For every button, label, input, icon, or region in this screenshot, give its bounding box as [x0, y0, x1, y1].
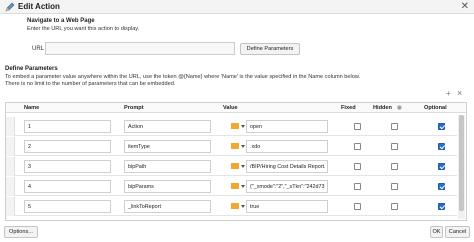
- url-label: URL: [32, 46, 45, 52]
- url-input[interactable]: [45, 42, 235, 55]
- table-row: 5 _linkToReport true: [6, 197, 457, 216]
- value-text: /BIP/Hiring Cost Details Report.: [250, 163, 326, 170]
- delete-row-icon[interactable]: ×: [457, 89, 462, 98]
- navigate-instructions: Enter the URL you want this action to di…: [27, 26, 140, 32]
- prompt-value: bipParams: [128, 183, 154, 190]
- prompt-input[interactable]: bipParams: [124, 180, 211, 193]
- fixed-checkbox[interactable]: [354, 203, 361, 210]
- header-hidden: Hidden: [373, 105, 392, 111]
- name-value: 3: [28, 163, 31, 170]
- fixed-checkbox[interactable]: [354, 183, 361, 190]
- table-row: 2 itemType .xdo: [6, 137, 457, 156]
- row-handle[interactable]: [6, 137, 15, 156]
- add-row-icon[interactable]: +: [446, 89, 451, 98]
- ok-button[interactable]: OK: [430, 226, 443, 238]
- name-value: 4: [28, 183, 31, 190]
- table-row: 3 bipPath /BIP/Hiring Cost Details Repor…: [6, 157, 457, 176]
- dialog-titlebar: Edit Action ✕: [0, 0, 474, 14]
- name-input[interactable]: 1: [24, 120, 111, 133]
- hidden-checkbox[interactable]: [391, 203, 398, 210]
- cancel-button[interactable]: Cancel: [445, 226, 470, 238]
- pencil-icon: [5, 2, 15, 12]
- value-text: true: [250, 203, 260, 210]
- parameters-table: Name Prompt Value Fixed Hidden ◉ Optiona…: [5, 102, 467, 221]
- value-type-icon[interactable]: [231, 201, 245, 211]
- row-handle[interactable]: [6, 157, 15, 176]
- dialog-title: Edit Action: [18, 2, 60, 11]
- hidden-checkbox[interactable]: [391, 123, 398, 130]
- fixed-checkbox[interactable]: [354, 143, 361, 150]
- options-button[interactable]: Options...: [4, 226, 38, 238]
- optional-checkbox[interactable]: [438, 143, 445, 150]
- header-name: Name: [24, 105, 40, 111]
- prompt-input[interactable]: bipPath: [124, 160, 211, 173]
- value-input[interactable]: .xdo: [246, 140, 328, 153]
- header-optional: Optional: [424, 105, 447, 111]
- header-fixed: Fixed: [341, 105, 356, 111]
- close-icon[interactable]: ✕: [461, 1, 469, 12]
- scrollbar-thumb[interactable]: [459, 115, 464, 211]
- name-value: 5: [28, 203, 31, 210]
- name-input[interactable]: 4: [24, 180, 111, 193]
- hidden-checkbox[interactable]: [391, 183, 398, 190]
- optional-checkbox[interactable]: [438, 163, 445, 170]
- value-input[interactable]: /BIP/Hiring Cost Details Report.: [246, 160, 328, 173]
- value-input[interactable]: open: [246, 120, 328, 133]
- table-row: 4 bipParams {"_xmode":"2","_sTkn":"242d7…: [6, 177, 457, 196]
- value-text: {"_xmode":"2","_sTkn":"242d73: [250, 183, 325, 190]
- name-input[interactable]: 3: [24, 160, 111, 173]
- prompt-input[interactable]: _linkToReport: [124, 200, 211, 213]
- name-value: 1: [28, 123, 31, 130]
- value-type-icon[interactable]: [231, 181, 245, 191]
- fixed-checkbox[interactable]: [354, 123, 361, 130]
- prompt-input[interactable]: itemType: [124, 140, 211, 153]
- prompt-value: _linkToReport: [128, 203, 161, 210]
- define-parameters-button[interactable]: Define Parameters: [240, 43, 300, 55]
- define-parameters-heading: Define Parameters: [5, 66, 58, 72]
- value-type-icon[interactable]: [231, 161, 245, 171]
- params-instructions-line2: There is no limit to the number of param…: [5, 81, 176, 87]
- value-input[interactable]: {"_xmode":"2","_sTkn":"242d73: [246, 180, 328, 193]
- help-icon[interactable]: ◉: [397, 105, 402, 111]
- optional-checkbox[interactable]: [438, 203, 445, 210]
- value-text: .xdo: [250, 143, 261, 150]
- row-handle[interactable]: [6, 177, 15, 196]
- header-value: Value: [223, 105, 238, 111]
- value-type-icon[interactable]: [231, 141, 245, 151]
- params-instructions-line1: To embed a parameter value anywhere with…: [5, 74, 361, 80]
- header-prompt: Prompt: [124, 105, 144, 111]
- prompt-value: itemType: [128, 143, 150, 150]
- name-value: 2: [28, 143, 31, 150]
- name-input[interactable]: 5: [24, 200, 111, 213]
- fixed-checkbox[interactable]: [354, 163, 361, 170]
- prompt-input[interactable]: Action: [124, 120, 211, 133]
- hidden-checkbox[interactable]: [391, 143, 398, 150]
- value-input[interactable]: true: [246, 200, 328, 213]
- name-input[interactable]: 2: [24, 140, 111, 153]
- navigate-heading: Navigate to a Web Page: [27, 18, 95, 24]
- table-scrollbar[interactable]: [458, 115, 465, 219]
- table-row: 1 Action open: [6, 117, 457, 136]
- hidden-checkbox[interactable]: [391, 163, 398, 170]
- prompt-value: Action: [128, 123, 143, 130]
- row-handle[interactable]: [6, 117, 15, 136]
- row-handle[interactable]: [6, 197, 15, 216]
- optional-checkbox[interactable]: [438, 183, 445, 190]
- table-header: Name Prompt Value Fixed Hidden ◉ Optiona…: [6, 103, 466, 113]
- value-text: open: [250, 123, 262, 130]
- optional-checkbox[interactable]: [438, 123, 445, 130]
- value-type-icon[interactable]: [231, 121, 245, 131]
- prompt-value: bipPath: [128, 163, 147, 170]
